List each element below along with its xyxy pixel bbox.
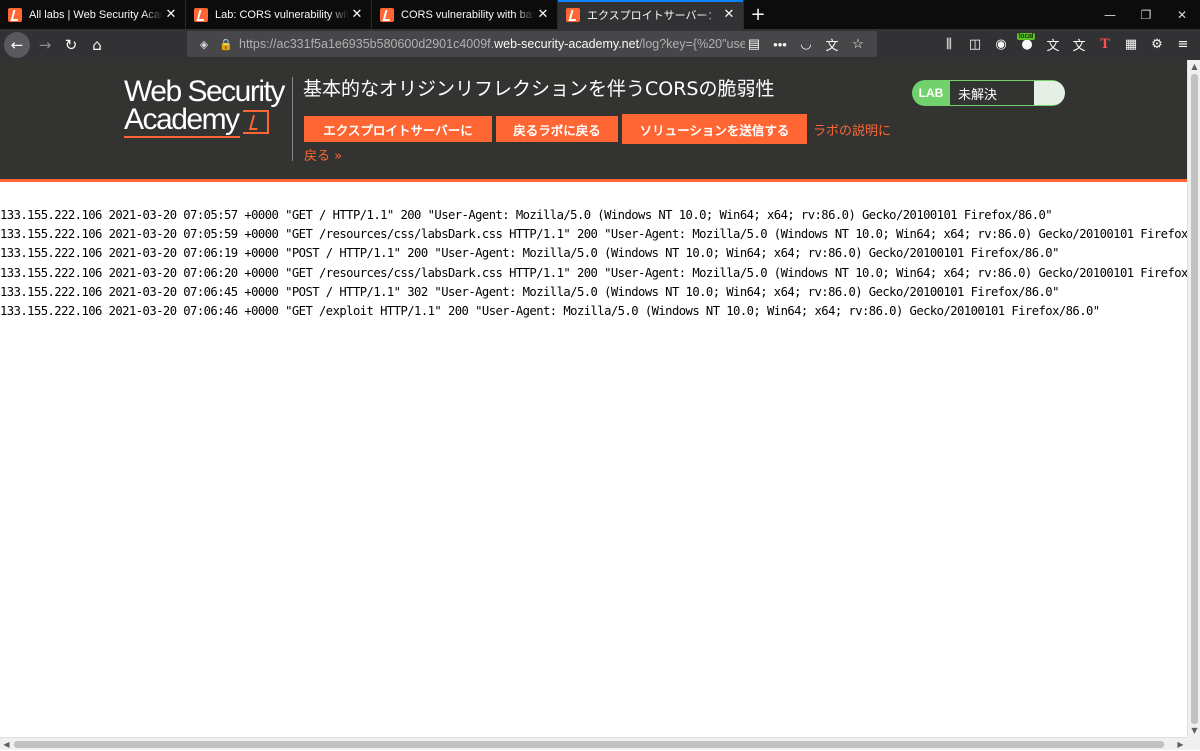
close-window-icon[interactable]: ✕	[1164, 0, 1200, 29]
restore-icon[interactable]: ❐	[1128, 0, 1164, 29]
library-icon[interactable]: ⫼	[936, 32, 962, 58]
pocket-icon[interactable]: ◡	[797, 35, 815, 53]
sidebar-icon[interactable]: ◫	[962, 32, 988, 58]
log-line: 133.155.222.106 2021-03-20 07:06:46 +000…	[0, 304, 1100, 319]
browser-tab[interactable]: Lab: CORS vulnerability with basic origi…	[186, 0, 372, 29]
submit-solution-button[interactable]: ソリューションを送信する	[622, 114, 807, 144]
log-line: 133.155.222.106 2021-03-20 07:05:59 +000…	[0, 227, 1187, 242]
reload-icon[interactable]: ↻	[58, 32, 84, 58]
browser-nav-bar: ← → ↻ ⌂ ◈ 🔒 https://ac331f5a1e6935b58060…	[0, 29, 1200, 60]
log-line: 133.155.222.106 2021-03-20 07:06:19 +000…	[0, 246, 1059, 261]
menu-icon[interactable]: ≡	[1170, 32, 1196, 58]
tab-title: エクスプロイトサーバー：基本的なオリジンリフレクション	[587, 9, 721, 22]
vertical-scroll-thumb[interactable]	[1191, 74, 1198, 724]
back-to-lab-button[interactable]: 戻るラボに戻る	[496, 116, 618, 142]
scrollbar-corner	[1187, 737, 1200, 750]
lock-icon[interactable]: 🔒	[217, 35, 235, 53]
url-suffix: /log?key={%20"username":	[639, 37, 745, 51]
account-icon[interactable]: ◉	[988, 32, 1014, 58]
extension-local-icon[interactable]: local ●	[1014, 32, 1040, 58]
scroll-right-icon[interactable]: ▶	[1174, 738, 1187, 751]
header-button-row: エクスプロイトサーバーに 戻るラボに戻る ソリューションを送信する ラボの説明に	[304, 114, 891, 144]
portswigger-favicon-icon	[380, 7, 394, 22]
log-line: 133.155.222.106 2021-03-20 07:06:45 +000…	[0, 284, 1059, 299]
translate-icon[interactable]: 文	[823, 35, 841, 53]
exploit-server-button[interactable]: エクスプロイトサーバーに	[304, 116, 492, 142]
new-tab-button[interactable]: +	[744, 0, 772, 29]
url-prefix: https://ac331f5a1e6935b580600d2901c4009f…	[239, 37, 495, 51]
reader-view-icon[interactable]: ▤	[745, 35, 763, 53]
scroll-left-icon[interactable]: ◀	[0, 738, 13, 751]
bookmark-star-icon[interactable]: ☆	[849, 35, 867, 53]
browser-tab-strip: All labs | Web Security Academy ✕ Lab: C…	[0, 0, 1200, 29]
tab-close-icon[interactable]: ✕	[721, 7, 737, 23]
toolbar-right: ⫼ ◫ ◉ local ● 文 文 T ▦ ⚙ ≡	[936, 29, 1200, 60]
browser-tab[interactable]: All labs | Web Security Academy ✕	[0, 0, 186, 29]
logo-bolt-icon	[242, 110, 269, 134]
vertical-scrollbar[interactable]: ▲ ▼	[1187, 60, 1200, 737]
url-actions: ▤ ••• ◡ 文 ☆	[745, 35, 877, 53]
portswigger-favicon-icon	[8, 7, 22, 22]
browser-tab-active[interactable]: エクスプロイトサーバー：基本的なオリジンリフレクション ✕	[558, 0, 744, 29]
tab-title: Lab: CORS vulnerability with basic origi…	[215, 8, 349, 21]
extensions-grid-icon[interactable]: ▦	[1118, 32, 1144, 58]
back-icon[interactable]: ←	[4, 31, 30, 58]
window-controls: — ❐ ✕	[1092, 0, 1200, 29]
browser-tab[interactable]: CORS vulnerability with basic origin ref…	[372, 0, 558, 29]
tab-close-icon[interactable]: ✕	[349, 7, 365, 23]
back-to-description-link[interactable]: 戻る »	[304, 145, 342, 164]
portswigger-favicon-icon	[194, 7, 208, 22]
log-line: 133.155.222.106 2021-03-20 07:06:20 +000…	[0, 265, 1187, 280]
logo-line2: Academy	[124, 103, 240, 136]
url-host: web-security-academy.net	[494, 37, 640, 51]
scroll-down-icon[interactable]: ▼	[1188, 724, 1200, 737]
lab-tag: LAB	[918, 86, 944, 100]
url-text[interactable]: https://ac331f5a1e6935b580600d2901c4009f…	[239, 37, 745, 51]
translate-alt-extension-icon[interactable]: 文	[1066, 32, 1092, 58]
web-security-academy-logo[interactable]: Web Security Academy	[124, 75, 289, 138]
lab-status-text: 未解決	[950, 81, 1034, 105]
tab-title: All labs | Web Security Academy	[29, 8, 163, 21]
minimize-icon[interactable]: —	[1092, 0, 1128, 29]
forward-icon[interactable]: →	[32, 32, 58, 58]
logo-line2-wrap: Academy	[124, 103, 289, 136]
tab-close-icon[interactable]: ✕	[163, 7, 179, 23]
logo-line1: Web Security	[124, 75, 285, 108]
scroll-up-icon[interactable]: ▲	[1188, 60, 1200, 73]
lab-description-link[interactable]: ラボの説明に	[813, 120, 891, 139]
page-actions-icon[interactable]: •••	[771, 35, 789, 53]
translate-extension-icon[interactable]: 文	[1040, 32, 1066, 58]
academy-header: Web Security Academy 基本的なオリジンリフレクションを伴うC…	[0, 60, 1187, 182]
lab-title: 基本的なオリジンリフレクションを伴うCORSの脆弱性	[303, 78, 775, 100]
access-log: 133.155.222.106 2021-03-20 07:05:57 +000…	[0, 206, 1187, 321]
extension-puzzle-icon[interactable]: ⚙	[1144, 32, 1170, 58]
lab-status-widget: LAB 未解決	[912, 80, 1065, 106]
logo-underline	[124, 136, 240, 138]
lab-status-indicator	[1034, 81, 1065, 105]
horizontal-scrollbar[interactable]: ◀ ▶	[0, 737, 1187, 750]
header-divider	[292, 77, 293, 161]
log-line: 133.155.222.106 2021-03-20 07:05:57 +000…	[0, 208, 1053, 222]
url-bar[interactable]: ◈ 🔒 https://ac331f5a1e6935b580600d2901c4…	[187, 31, 877, 57]
horizontal-scroll-thumb[interactable]	[14, 741, 1164, 748]
home-icon[interactable]: ⌂	[84, 32, 110, 58]
tab-title: CORS vulnerability with basic origin ref…	[401, 8, 535, 21]
portswigger-favicon-icon	[566, 7, 580, 22]
local-badge: local	[1017, 32, 1036, 40]
tracking-shield-icon[interactable]: ◈	[195, 35, 213, 53]
t-extension-icon[interactable]: T	[1092, 32, 1118, 58]
tab-close-icon[interactable]: ✕	[535, 7, 551, 23]
